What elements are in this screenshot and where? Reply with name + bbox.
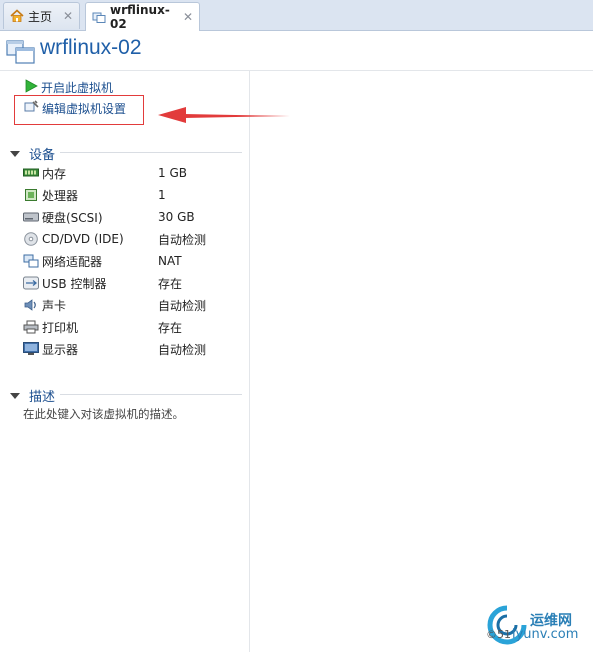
page-title: wrflinux-02 (40, 36, 142, 59)
description-section-header[interactable]: 描述 (10, 386, 55, 405)
network-adapter-icon (23, 254, 39, 268)
tab-home-label: 主页 (28, 9, 53, 24)
power-on-action[interactable]: 开启此虚拟机 (24, 79, 113, 96)
annotation-arrow (158, 107, 290, 123)
device-name: 硬盘(SCSI) (42, 210, 103, 225)
play-icon (24, 79, 38, 96)
collapse-triangle-icon[interactable] (10, 392, 20, 399)
device-value: NAT (158, 254, 182, 268)
close-icon[interactable]: ✕ (63, 9, 73, 23)
device-value: 自动检测 (158, 298, 207, 313)
tab-vm-label: wrflinux-02 (110, 3, 170, 31)
device-row-network-adapter[interactable]: 网络适配器 NAT (23, 250, 243, 272)
cpu-icon (23, 188, 39, 202)
device-row-printer[interactable]: 打印机 存在 (23, 316, 243, 338)
sound-card-icon (23, 298, 39, 312)
vm-large-icon (6, 35, 36, 68)
device-value: 存在 (158, 276, 183, 291)
description-text[interactable]: 在此处键入对该虚拟机的描述。 (23, 406, 184, 422)
device-value: 自动检测 (158, 342, 207, 357)
device-row-processor[interactable]: 处理器 1 (23, 184, 243, 206)
device-row-cd-dvd[interactable]: CD/DVD (IDE) 自动检测 (23, 228, 243, 250)
device-value: 1 GB (158, 166, 187, 180)
device-value: 1 (158, 188, 166, 202)
device-row-sound-card[interactable]: 声卡 自动检测 (23, 294, 243, 316)
device-name: 处理器 (42, 188, 79, 203)
device-value: 存在 (158, 320, 183, 335)
tab-home[interactable]: 主页 ✕ (3, 2, 80, 29)
device-row-usb[interactable]: USB 控制器 存在 (23, 272, 243, 294)
device-name: USB 控制器 (42, 276, 107, 291)
device-row-memory[interactable]: 内存 1 GB (23, 162, 243, 184)
section-divider (60, 152, 242, 153)
devices-section-header[interactable]: 设备 (10, 144, 55, 163)
watermark-prefix: ©51 (486, 628, 511, 641)
section-divider (60, 394, 242, 395)
memory-icon (23, 166, 39, 180)
harddisk-icon (23, 210, 39, 224)
device-row-harddisk[interactable]: 硬盘(SCSI) 30 GB (23, 206, 243, 228)
device-name: 声卡 (42, 298, 67, 313)
power-on-label: 开启此虚拟机 (41, 81, 114, 95)
device-name: 网络适配器 (42, 254, 103, 269)
home-icon (10, 9, 24, 23)
device-value: 自动检测 (158, 232, 207, 247)
watermark-site: iyunv.com (512, 627, 579, 642)
collapse-triangle-icon[interactable] (10, 150, 20, 157)
device-name: CD/DVD (IDE) (42, 232, 124, 246)
usb-icon (23, 276, 39, 290)
annotation-highlight-box (14, 95, 144, 125)
tab-vm[interactable]: wrflinux-02 ✕ (85, 2, 200, 31)
devices-heading: 设备 (29, 148, 56, 163)
vm-icon (92, 10, 106, 24)
device-row-display[interactable]: 显示器 自动检测 (23, 338, 243, 360)
device-name: 内存 (42, 166, 67, 181)
display-icon (23, 342, 39, 356)
description-heading: 描述 (29, 390, 56, 405)
panel-divider (249, 71, 250, 652)
device-value: 30 GB (158, 210, 195, 224)
header-divider (0, 70, 593, 71)
cd-dvd-icon (23, 232, 39, 246)
printer-icon (23, 320, 39, 334)
device-name: 显示器 (42, 342, 79, 357)
close-icon[interactable]: ✕ (183, 10, 193, 24)
device-name: 打印机 (42, 320, 79, 335)
